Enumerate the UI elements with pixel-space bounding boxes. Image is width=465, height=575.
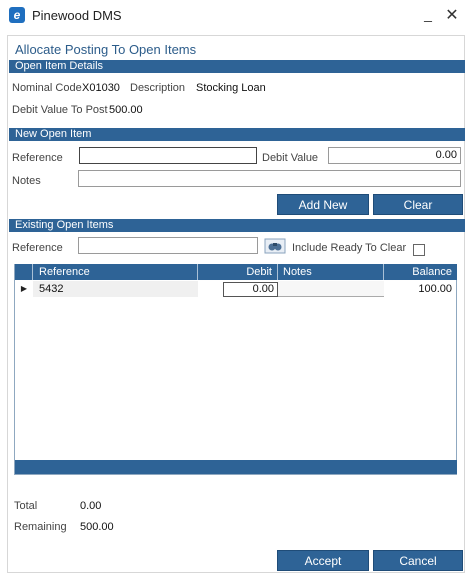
grid-header-reference[interactable]: Reference [33, 264, 198, 280]
existing-reference-label: Reference [12, 242, 63, 254]
app-logo-icon: e [9, 7, 25, 23]
grid-header-balance[interactable]: Balance [384, 264, 457, 280]
grid-header-notes[interactable]: Notes [278, 264, 384, 280]
window-title: Pinewood DMS [32, 8, 122, 23]
clear-button[interactable]: Clear [373, 194, 463, 215]
nominal-code-label: Nominal Code [12, 82, 82, 94]
grid-cell-balance: 100.00 [418, 283, 452, 295]
existing-reference-input[interactable] [78, 237, 258, 254]
section-header-open-item-details: Open Item Details [9, 60, 465, 73]
accept-button[interactable]: Accept [277, 550, 369, 571]
grid-cell-notes[interactable] [278, 281, 384, 297]
description-label: Description [130, 82, 186, 94]
grid-cell-reference[interactable]: 5432 [33, 281, 198, 297]
total-value: 0.00 [80, 500, 102, 512]
grid-header-debit[interactable]: Debit [198, 264, 278, 280]
total-label: Total [14, 500, 38, 512]
section-header-new-open-item: New Open Item [9, 128, 465, 141]
remaining-value: 500.00 [80, 521, 114, 533]
include-ready-to-clear-checkbox[interactable] [413, 244, 425, 256]
debit-value-to-post-label: Debit Value To Post [12, 104, 108, 116]
close-icon[interactable]: ✕ [444, 5, 460, 24]
new-debit-value-label: Debit Value [262, 152, 319, 164]
search-binoculars-icon[interactable] [264, 237, 286, 255]
section-header-existing-open-items: Existing Open Items [9, 219, 465, 232]
dialog-title: Allocate Posting To Open Items [15, 42, 197, 57]
remaining-label: Remaining [14, 521, 67, 533]
new-notes-input[interactable] [78, 170, 461, 187]
grid-footer-bar [15, 460, 457, 474]
grid-header-indicator [15, 264, 33, 280]
new-reference-input[interactable] [79, 147, 257, 164]
current-row-arrow-icon: ▶ [20, 284, 28, 293]
debit-value-to-post-value: 500.00 [109, 104, 143, 116]
cancel-button[interactable]: Cancel [373, 550, 463, 571]
minimize-icon[interactable]: _ [420, 6, 436, 24]
add-new-button[interactable]: Add New [277, 194, 369, 215]
grid-cell-debit-input[interactable]: 0.00 [223, 282, 278, 297]
new-debit-value-input[interactable]: 0.00 [328, 147, 461, 164]
new-notes-label: Notes [12, 175, 41, 187]
description-value: Stocking Loan [196, 82, 266, 94]
include-ready-to-clear-label: Include Ready To Clear [292, 242, 407, 254]
nominal-code-value: X01030 [82, 82, 120, 94]
new-reference-label: Reference [12, 152, 63, 164]
